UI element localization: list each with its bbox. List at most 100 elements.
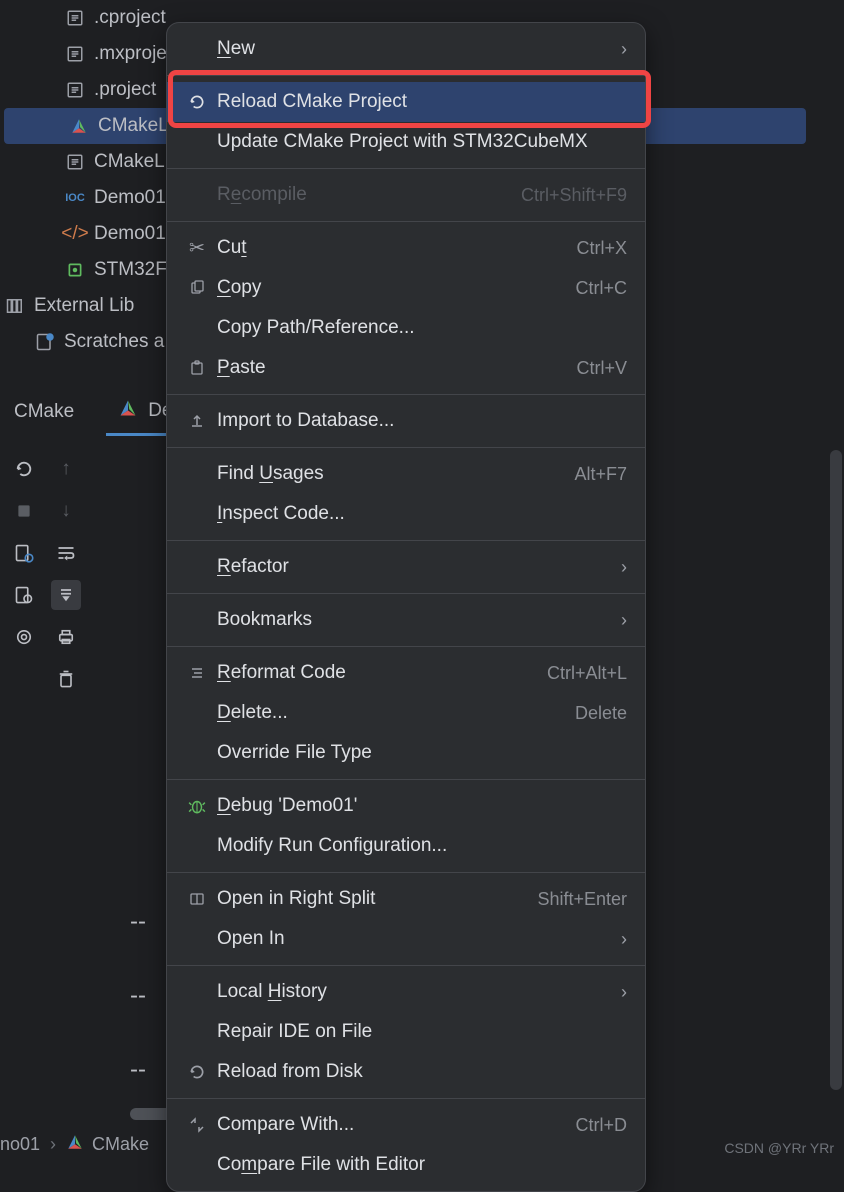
tree-item-label: STM32F (94, 259, 167, 281)
menu-shortcut: Ctrl+X (576, 238, 627, 259)
menu-copy[interactable]: Copy Ctrl+C (167, 268, 645, 308)
cmake-icon (68, 115, 90, 137)
tab-cmake[interactable]: CMake (2, 388, 86, 436)
chevron-right-icon: › (621, 929, 627, 950)
menu-separator (167, 646, 645, 647)
menu-import-database[interactable]: Import to Database... (167, 401, 645, 441)
cut-icon: ✂ (185, 237, 209, 260)
menu-separator (167, 540, 645, 541)
menu-cut[interactable]: ✂ Cut Ctrl+X (167, 228, 645, 268)
chevron-right-icon: › (50, 1134, 56, 1155)
vertical-scrollbar-thumb[interactable] (830, 450, 842, 1090)
menu-repair-ide[interactable]: Repair IDE on File (167, 1012, 645, 1052)
menu-separator (167, 965, 645, 966)
file-lines-icon (64, 7, 86, 29)
file-lines-icon (64, 151, 86, 173)
menu-reformat[interactable]: Reformat Code Ctrl+Alt+L (167, 653, 645, 693)
menu-separator (167, 1098, 645, 1099)
scratch-icon (34, 331, 56, 353)
settings-icon[interactable] (9, 622, 39, 652)
ioc-icon: IOC (64, 187, 86, 209)
reformat-icon (185, 665, 209, 681)
menu-paste[interactable]: Paste Ctrl+V (167, 348, 645, 388)
menu-separator (167, 779, 645, 780)
menu-override-filetype[interactable]: Override File Type (167, 733, 645, 773)
context-menu: New › Reload CMake Project Update CMake … (166, 22, 646, 1192)
menu-delete[interactable]: Delete... Delete (167, 693, 645, 733)
menu-inspect-code[interactable]: Inspect Code... (167, 494, 645, 534)
chevron-right-icon: › (621, 557, 627, 578)
paste-icon (185, 360, 209, 376)
watermark: CSDN @YRr YRr (724, 1140, 834, 1156)
code-icon: </> (64, 223, 86, 245)
output-text: -- (130, 982, 153, 1009)
menu-shortcut: Ctrl+D (575, 1115, 627, 1136)
menu-local-history[interactable]: Local History › (167, 972, 645, 1012)
menu-label: Bookmarks (217, 609, 621, 631)
menu-find-usages[interactable]: Find Usages Alt+F7 (167, 454, 645, 494)
menu-update-cmake[interactable]: Update CMake Project with STM32CubeMX (167, 122, 645, 162)
wrap-icon[interactable] (51, 538, 81, 568)
menu-modify-run-config[interactable]: Modify Run Configuration... (167, 826, 645, 866)
arrow-up-icon[interactable]: ↑ (51, 454, 81, 484)
menu-label: Reload from Disk (217, 1061, 627, 1083)
menu-label: Open In (217, 928, 621, 950)
menu-separator (167, 447, 645, 448)
menu-new[interactable]: New › (167, 29, 645, 69)
output-text: -- (130, 908, 153, 935)
tree-item-label: Demo01 (94, 223, 166, 245)
menu-separator (167, 394, 645, 395)
file-search-icon[interactable] (9, 580, 39, 610)
tree-item-label: CMakeL (94, 151, 165, 173)
menu-separator (167, 168, 645, 169)
menu-reload-cmake[interactable]: Reload CMake Project (167, 82, 645, 122)
chevron-right-icon: › (621, 982, 627, 1003)
reload-icon[interactable] (9, 454, 39, 484)
menu-recompile: Recompile Ctrl+Shift+F9 (167, 175, 645, 215)
menu-debug[interactable]: Debug 'Demo01' (167, 786, 645, 826)
menu-shortcut: Ctrl+Alt+L (547, 663, 627, 684)
crumb-item[interactable]: no01 (0, 1134, 40, 1155)
menu-separator (167, 221, 645, 222)
chevron-right-icon: › (621, 39, 627, 60)
menu-bookmarks[interactable]: Bookmarks › (167, 600, 645, 640)
menu-compare-file-editor[interactable]: Compare File with Editor (167, 1145, 645, 1185)
crumb-item[interactable]: CMake (66, 1133, 149, 1156)
menu-shortcut: Ctrl+V (576, 358, 627, 379)
tree-item-label: Scratches a (64, 331, 164, 353)
copy-icon (185, 280, 209, 296)
upload-icon (185, 413, 209, 429)
menu-label: Import to Database... (217, 410, 627, 432)
breadcrumb: no01 › CMake (0, 1133, 149, 1156)
tree-item-label: External Lib (34, 295, 134, 317)
arrow-down-icon[interactable]: ↓ (51, 496, 81, 526)
menu-label: Reload CMake Project (217, 91, 627, 113)
cmake-icon (118, 398, 138, 424)
menu-label: Modify Run Configuration... (217, 835, 627, 857)
menu-label: Update CMake Project with STM32CubeMX (217, 131, 627, 153)
menu-open-in[interactable]: Open In › (167, 919, 645, 959)
stop-icon[interactable] (9, 496, 39, 526)
tree-item-label: Demo01 (94, 187, 166, 209)
cmake-icon (66, 1133, 84, 1156)
trash-icon[interactable] (51, 664, 81, 694)
toolbar: ↑ ↓ (0, 448, 90, 700)
tree-item-label: .mxprojec (94, 43, 176, 65)
menu-compare-with[interactable]: Compare With... Ctrl+D (167, 1105, 645, 1145)
menu-shortcut: Alt+F7 (574, 464, 627, 485)
menu-shortcut: Ctrl+C (575, 278, 627, 299)
print-icon[interactable] (51, 622, 81, 652)
chevron-right-icon: › (621, 610, 627, 631)
menu-copy-path[interactable]: Copy Path/Reference... (167, 308, 645, 348)
menu-refactor[interactable]: Refactor › (167, 547, 645, 587)
reload-icon (185, 1063, 209, 1081)
file-lines-icon (64, 43, 86, 65)
scroll-end-icon[interactable] (51, 580, 81, 610)
menu-shortcut: Shift+Enter (537, 889, 627, 910)
compare-icon (185, 1117, 209, 1133)
menu-open-right-split[interactable]: Open in Right Split Shift+Enter (167, 879, 645, 919)
menu-shortcut: Ctrl+Shift+F9 (521, 185, 627, 206)
menu-label: Open in Right Split (217, 888, 537, 910)
menu-reload-from-disk[interactable]: Reload from Disk (167, 1052, 645, 1092)
file-gear-icon[interactable] (9, 538, 39, 568)
